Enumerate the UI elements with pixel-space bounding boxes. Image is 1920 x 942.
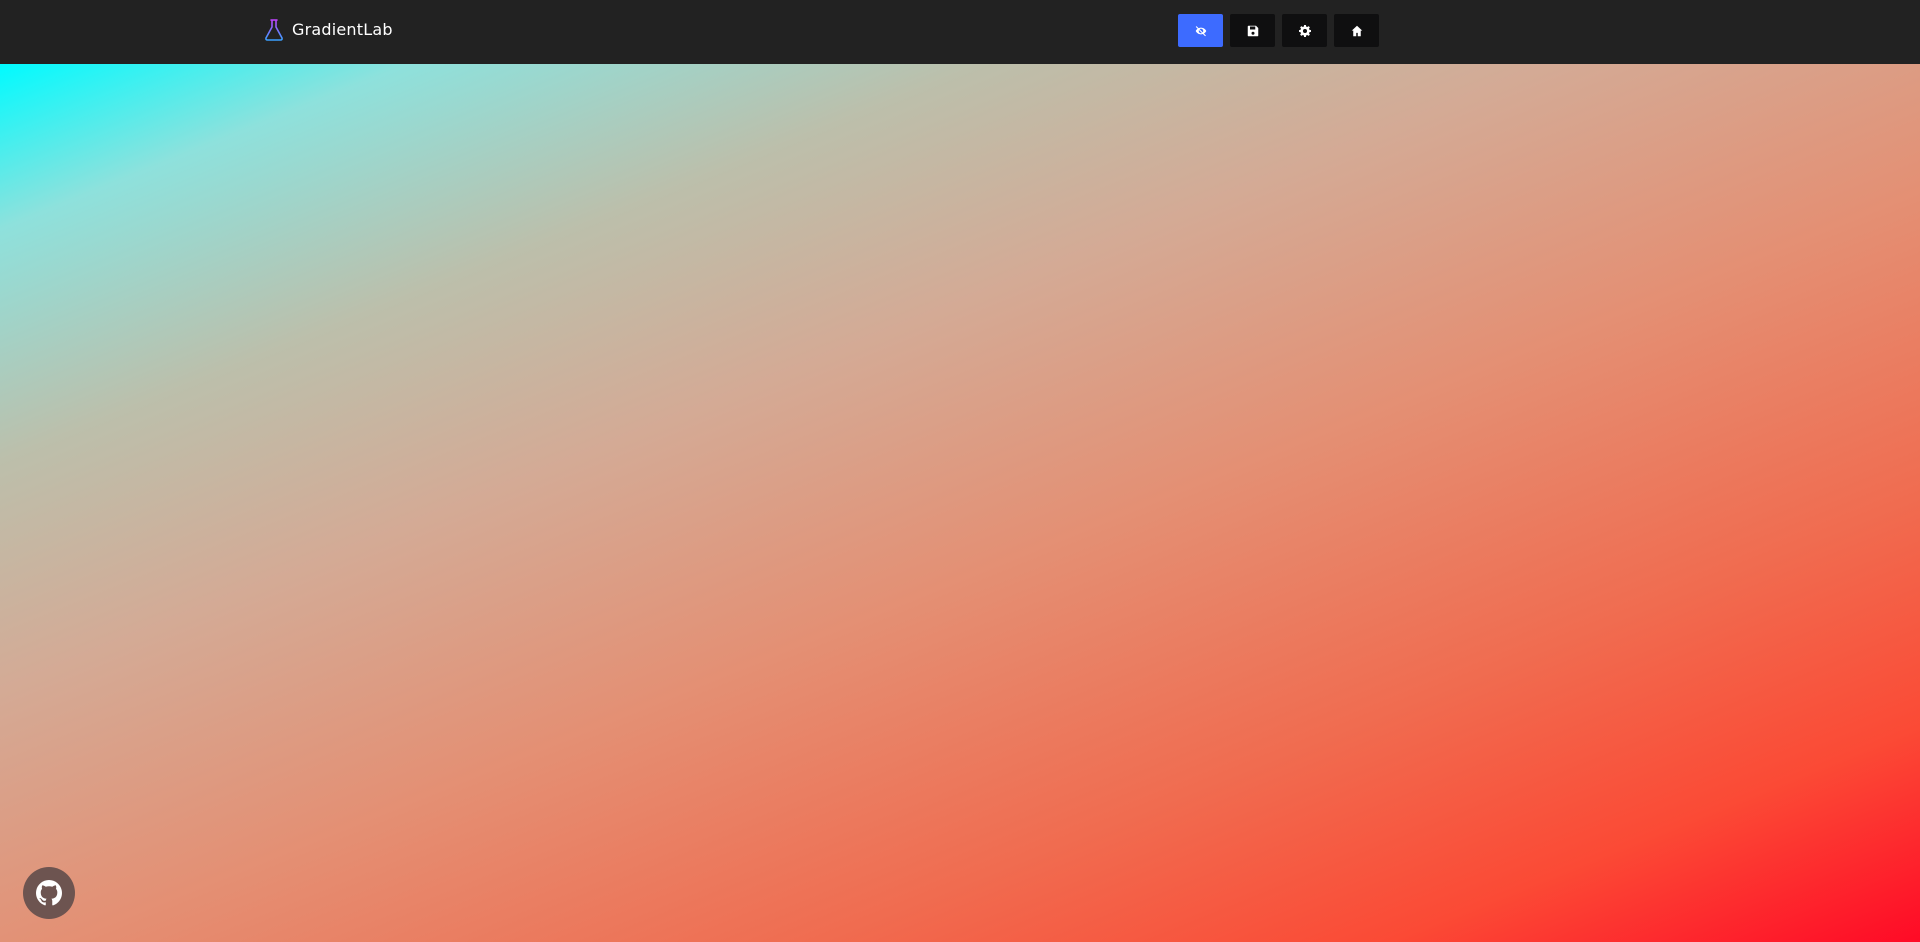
save-icon <box>1247 25 1259 37</box>
toolbar <box>1178 14 1379 47</box>
save-button[interactable] <box>1230 14 1275 47</box>
github-link-button[interactable] <box>23 867 75 919</box>
top-navbar: GradientLab <box>0 0 1920 64</box>
gear-icon <box>1298 24 1311 37</box>
home-icon <box>1351 25 1363 37</box>
toggle-visibility-button[interactable] <box>1178 14 1223 47</box>
flask-icon <box>264 19 284 41</box>
settings-button[interactable] <box>1282 14 1327 47</box>
gradient-preview <box>0 64 1920 942</box>
brand-name: GradientLab <box>292 20 393 39</box>
eye-slash-icon <box>1195 25 1207 37</box>
home-button[interactable] <box>1334 14 1379 47</box>
github-icon <box>36 880 62 906</box>
brand-link[interactable]: GradientLab <box>264 16 393 44</box>
